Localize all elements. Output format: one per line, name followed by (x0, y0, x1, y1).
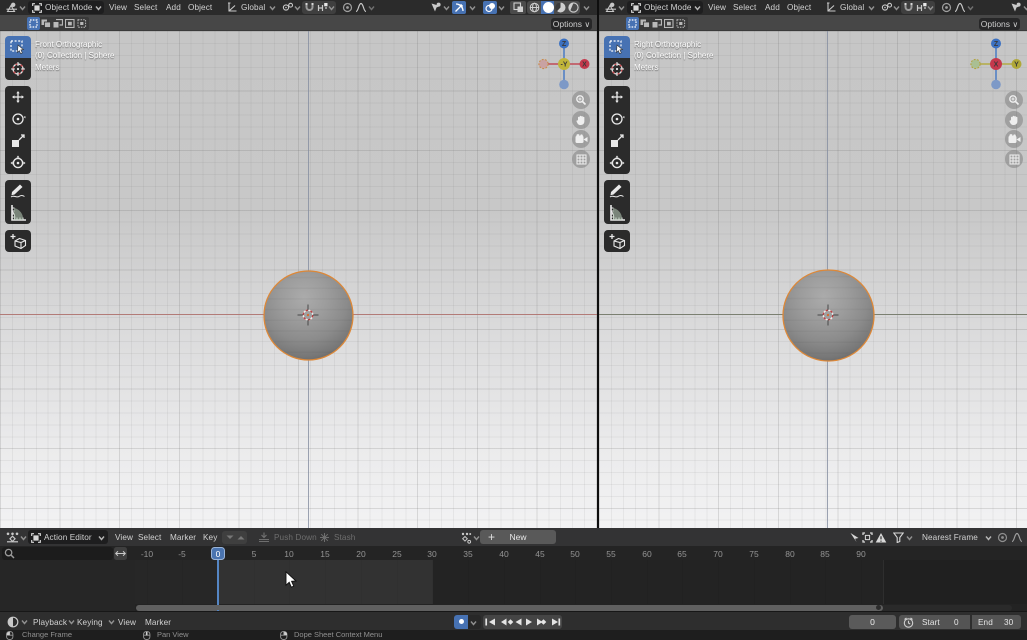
svg-text:Z: Z (994, 41, 999, 48)
svg-text:X: X (994, 62, 999, 69)
svg-text:Z: Z (562, 41, 567, 48)
svg-text:X: X (582, 62, 587, 69)
svg-text:-Y: -Y (561, 62, 568, 69)
svg-text:Y: Y (1014, 62, 1019, 69)
